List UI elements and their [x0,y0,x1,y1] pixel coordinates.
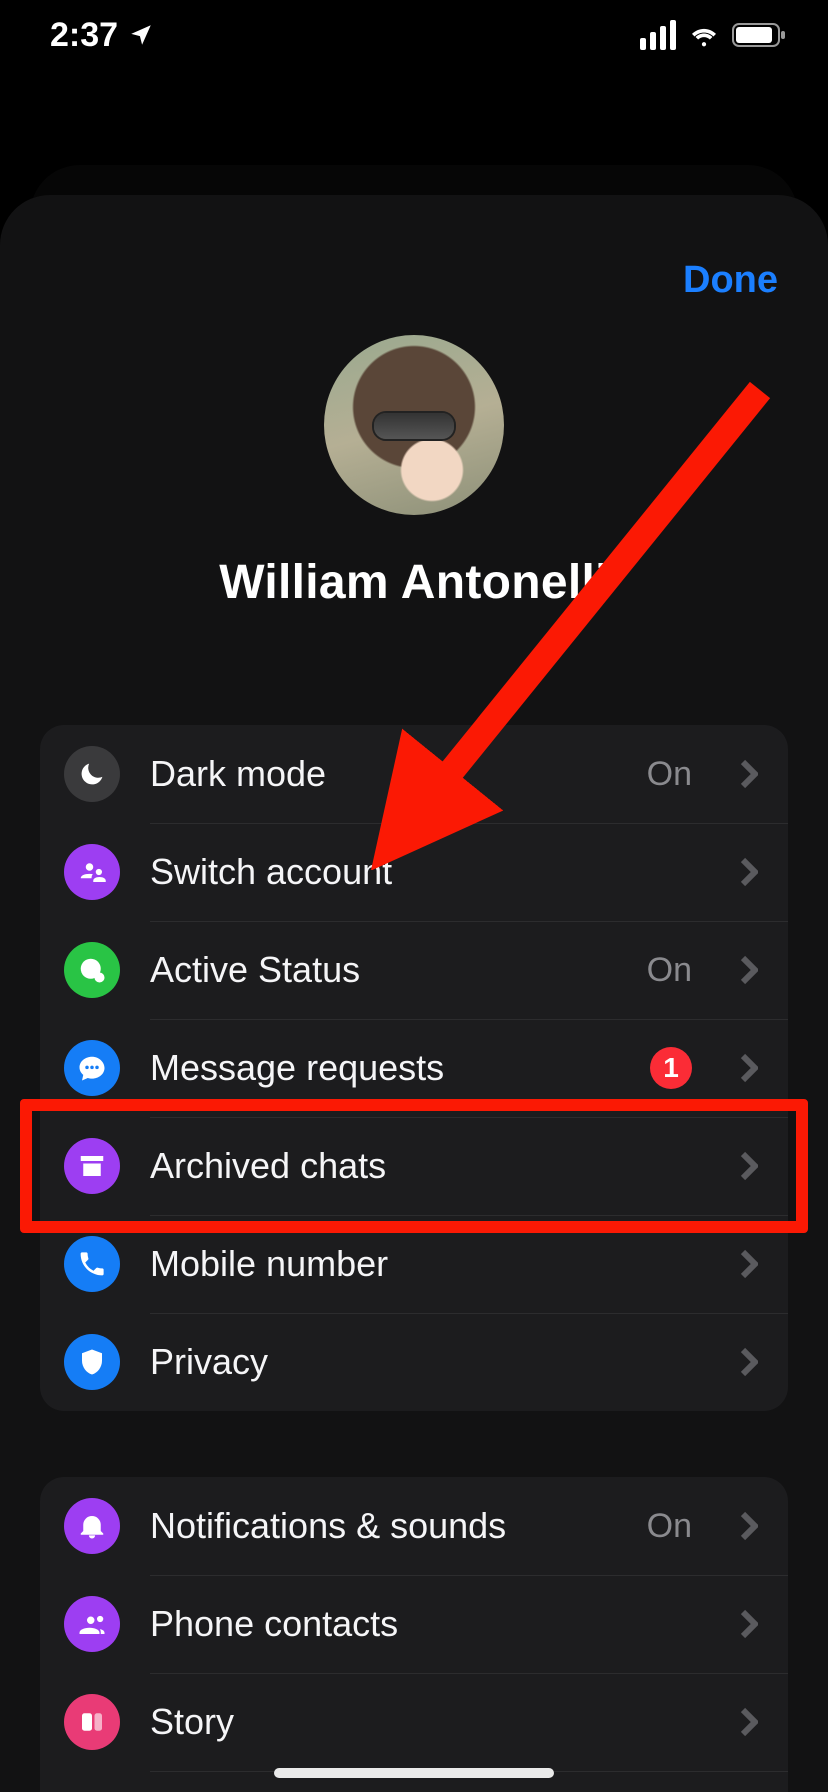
home-indicator [274,1768,554,1778]
chevron-right-icon [740,955,758,985]
shield-icon [64,1334,120,1390]
chevron-right-icon [740,1053,758,1083]
chevron-right-icon [740,1151,758,1181]
profile-name: William Antonelli [219,555,609,610]
row-dark-mode-value: On [647,755,692,794]
done-button[interactable]: Done [683,259,778,302]
row-active-status-label: Active Status [150,949,617,991]
settings-sheet: Done William Antonelli Dark mode On Switch… [0,195,828,1792]
chevron-right-icon [740,759,758,789]
battery-icon [732,21,788,49]
settings-scroll[interactable]: Dark mode On Switch account Active Status On… [0,725,828,1792]
chevron-right-icon [740,1511,758,1541]
row-archived-chats[interactable]: Archived chats [40,1117,788,1215]
contacts-icon [64,1596,120,1652]
cellular-icon [640,20,676,50]
row-phone-contacts-label: Phone contacts [150,1603,692,1645]
moon-icon [64,746,120,802]
story-icon [64,1694,120,1750]
chevron-right-icon [740,857,758,887]
row-mobile-number[interactable]: Mobile number [40,1215,788,1313]
row-notifications-value: On [647,1507,692,1546]
chevron-right-icon [740,1249,758,1279]
profile-avatar[interactable] [324,335,504,515]
switch-icon [64,844,120,900]
row-phone-contacts[interactable]: Phone contacts [40,1575,788,1673]
status-left: 2:37 [50,16,154,55]
profile-block: William Antonelli [0,315,828,610]
row-switch-account-label: Switch account [150,851,692,893]
row-privacy[interactable]: Privacy [40,1313,788,1411]
chevron-right-icon [740,1347,758,1377]
row-dark-mode[interactable]: Dark mode On [40,725,788,823]
status-right [640,19,788,51]
location-icon [128,22,154,48]
row-active-status-value: On [647,951,692,990]
settings-group-0: Dark mode On Switch account Active Status On… [40,725,788,1411]
row-message-requests[interactable]: Message requests 1 [40,1019,788,1117]
row-story-label: Story [150,1701,692,1743]
row-notifications-label: Notifications & sounds [150,1505,617,1547]
archive-icon [64,1138,120,1194]
row-message-requests-badge: 1 [650,1047,692,1089]
row-notifications[interactable]: Notifications & sounds On [40,1477,788,1575]
presence-icon [64,942,120,998]
row-story[interactable]: Story [40,1673,788,1771]
status-time: 2:37 [50,16,118,55]
chevron-right-icon [740,1707,758,1737]
row-mobile-number-label: Mobile number [150,1243,692,1285]
row-active-status[interactable]: Active Status On [40,921,788,1019]
status-bar: 2:37 [0,0,828,70]
wifi-icon [688,19,720,51]
row-dark-mode-label: Dark mode [150,753,617,795]
row-privacy-label: Privacy [150,1341,692,1383]
sheet-header: Done [0,245,828,315]
phone-icon [64,1236,120,1292]
row-message-requests-label: Message requests [150,1047,620,1089]
row-switch-account[interactable]: Switch account [40,823,788,921]
bell-icon [64,1498,120,1554]
settings-group-1: Notifications & sounds On Phone contacts St… [40,1477,788,1792]
chevron-right-icon [740,1609,758,1639]
chat-icon [64,1040,120,1096]
row-archived-chats-label: Archived chats [150,1145,692,1187]
